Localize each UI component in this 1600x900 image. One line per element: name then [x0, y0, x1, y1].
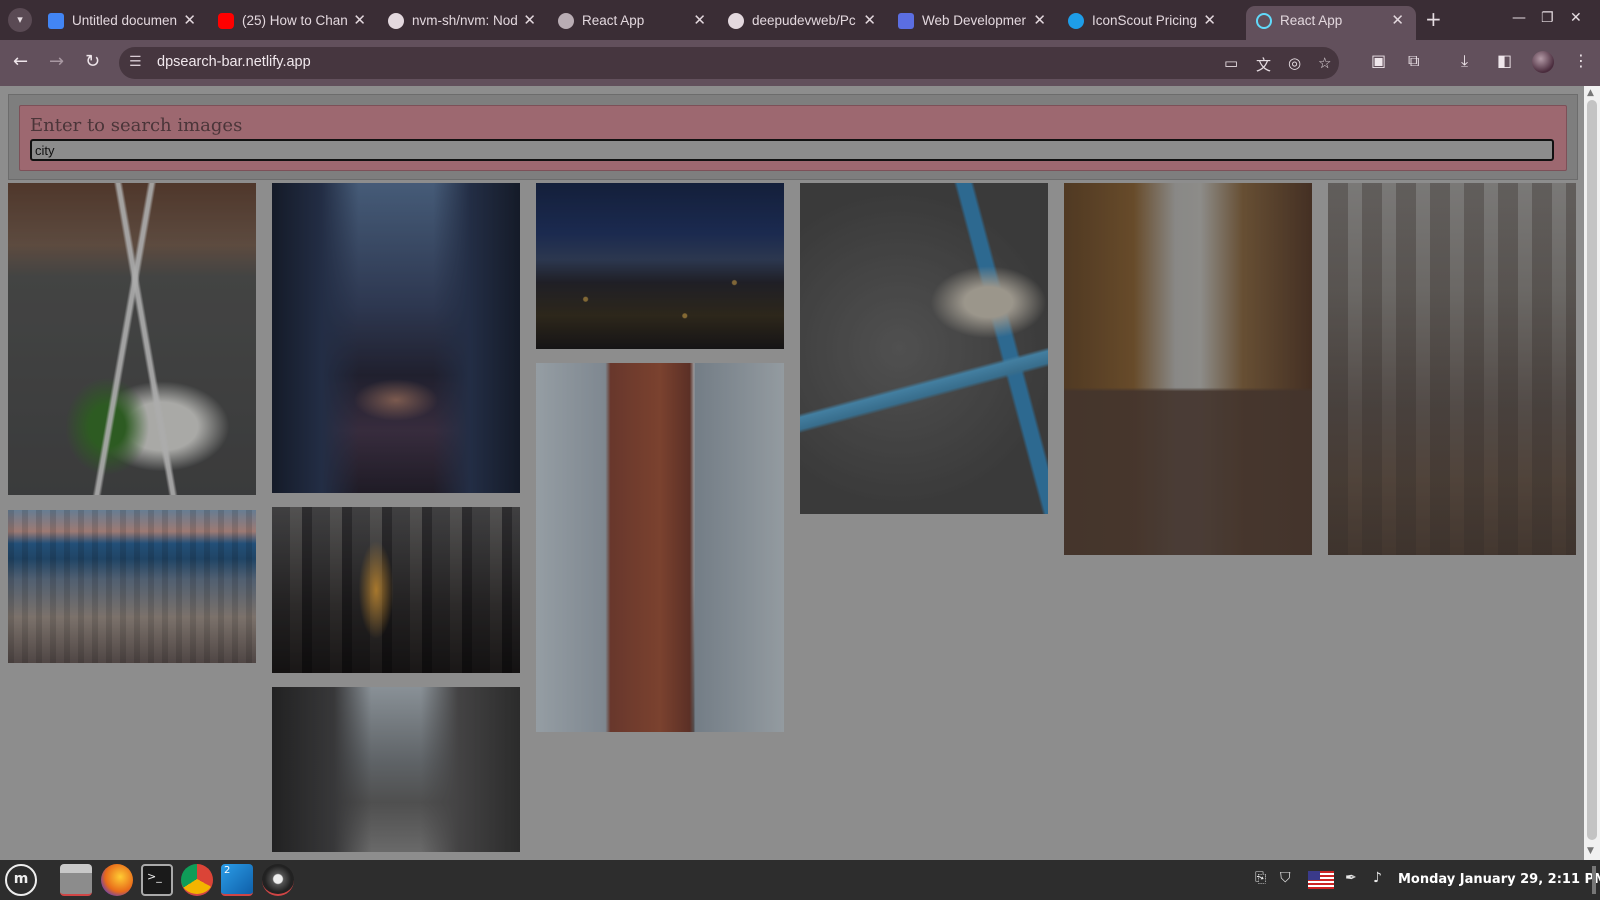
start-menu-icon[interactable]: m	[5, 864, 37, 896]
download-icon[interactable]: ⤓	[1461, 51, 1468, 71]
gallery-image-cobblestone-street[interactable]	[1064, 183, 1312, 555]
gallery-image-skyline-sunset[interactable]	[272, 507, 520, 673]
flag-canton	[1308, 871, 1320, 880]
tab-web-development[interactable]: Web Developmer ✕	[888, 6, 1058, 40]
chrome-icon[interactable]	[181, 864, 213, 896]
react-icon	[1256, 13, 1272, 29]
search-input[interactable]	[30, 139, 1554, 161]
file-manager-icon[interactable]	[60, 864, 92, 896]
close-icon[interactable]: ✕	[1391, 11, 1404, 29]
address-bar[interactable]: ☰ dpsearch-bar.netlify.app ▭ 文 ◎ ☆	[119, 47, 1339, 79]
webdev-icon	[898, 13, 914, 29]
iconscout-icon	[1068, 13, 1084, 29]
os-taskbar: m >_ 2 ⎘ ⛉ ✒ ♪ Monday January 29, 2:11 P…	[0, 860, 1600, 900]
firefox-icon[interactable]	[101, 864, 133, 896]
tab-title: Web Developmer	[922, 13, 1027, 28]
site-info-icon[interactable]: ☰	[129, 54, 142, 70]
reload-icon[interactable]: ↻	[85, 51, 100, 72]
search-label: Enter to search images	[30, 115, 243, 136]
clipboard-icon[interactable]: ⎘	[1255, 870, 1266, 886]
search-panel: Enter to search images	[8, 94, 1578, 180]
tab-title: React App	[1280, 13, 1343, 28]
gallery-image-flatiron-building[interactable]	[536, 363, 784, 732]
scroll-down-icon[interactable]: ▼	[1587, 846, 1594, 856]
screen-recorder-icon[interactable]	[262, 864, 294, 896]
tab-react-app-active[interactable]: React App ✕	[1246, 6, 1416, 40]
google-docs-icon	[48, 13, 64, 29]
restore-icon[interactable]: ❐	[1541, 10, 1554, 26]
scrollbar-thumb[interactable]	[1587, 100, 1597, 840]
close-icon[interactable]: ✕	[863, 11, 876, 29]
side-panel-icon[interactable]: ◧	[1497, 51, 1512, 70]
us-flag-icon[interactable]	[1308, 871, 1334, 889]
translate-icon[interactable]: 文	[1256, 54, 1271, 75]
extensions-icon[interactable]: ⧉	[1408, 51, 1419, 71]
youtube-icon	[218, 13, 234, 29]
gallery-image-downtown-street-cars[interactable]	[272, 687, 520, 852]
tab-youtube[interactable]: (25) How to Chan ✕	[208, 6, 378, 40]
tab-deepudevweb-github[interactable]: deepudevweb/Pc ✕	[718, 6, 888, 40]
page-viewport: Enter to search images	[0, 86, 1584, 860]
search-box: Enter to search images	[19, 105, 1567, 171]
new-tab-button[interactable]: +	[1425, 7, 1442, 31]
show-desktop-button[interactable]	[1592, 866, 1596, 894]
gallery-image-hazy-skyscrapers[interactable]	[1328, 183, 1576, 555]
scroll-up-icon[interactable]: ▲	[1587, 88, 1594, 98]
vscode-icon[interactable]: 2	[221, 864, 253, 896]
browser-toolbar: ← → ↻ ☰ dpsearch-bar.netlify.app ▭ 文 ◎ ☆…	[0, 40, 1600, 86]
tab-title: nvm-sh/nvm: Nod	[412, 13, 518, 28]
page-scrollbar[interactable]: ▲ ▼	[1584, 86, 1600, 860]
tab-untitled-document[interactable]: Untitled documen ✕	[38, 6, 208, 40]
bookmark-star-icon[interactable]: ☆	[1318, 54, 1331, 72]
github-icon	[388, 13, 404, 29]
tab-search-button[interactable]: ▾	[8, 8, 32, 32]
menu-kebab-icon[interactable]: ⋮	[1573, 51, 1589, 70]
close-icon[interactable]: ✕	[693, 11, 706, 29]
terminal-icon[interactable]: >_	[141, 864, 173, 896]
gallery-image-city-lights-night[interactable]	[536, 183, 784, 349]
close-icon[interactable]: ✕	[353, 11, 366, 29]
close-icon[interactable]: ✕	[523, 11, 536, 29]
gallery-image-city-skyline-ocean[interactable]	[8, 510, 256, 663]
tab-title: IconScout Pricing	[1092, 13, 1198, 28]
taskbar-clock[interactable]: Monday January 29, 2:11 PM	[1398, 872, 1600, 887]
shield-icon[interactable]: ⛉	[1280, 870, 1291, 886]
tab-strip: ▾ Untitled documen ✕ (25) How to Chan ✕ …	[0, 0, 1600, 40]
music-note-icon[interactable]: ♪	[1373, 870, 1382, 886]
tab-title: Untitled documen	[72, 13, 178, 28]
github-icon	[728, 13, 744, 29]
minimize-icon[interactable]: —	[1512, 10, 1526, 26]
gallery-image-bike-basket-street[interactable]	[8, 183, 256, 495]
close-icon[interactable]: ✕	[183, 11, 196, 29]
tab-title: deepudevweb/Pc	[752, 13, 856, 28]
tab-title: React App	[582, 13, 645, 28]
back-icon[interactable]: ←	[13, 51, 28, 72]
profile-avatar[interactable]	[1532, 51, 1554, 73]
tab-react-app[interactable]: React App ✕	[548, 6, 718, 40]
forward-icon[interactable]: →	[49, 51, 64, 72]
gallery-image-downtown-evening-traffic[interactable]	[272, 183, 520, 493]
close-icon[interactable]: ✕	[1203, 11, 1216, 29]
tab-nvm-github[interactable]: nvm-sh/nvm: Nod ✕	[378, 6, 548, 40]
install-app-icon[interactable]: ▭	[1224, 54, 1238, 72]
address-url[interactable]: dpsearch-bar.netlify.app	[157, 54, 311, 70]
tab-title: (25) How to Chan	[242, 13, 348, 28]
eye-off-icon[interactable]: ◎	[1288, 54, 1301, 72]
globe-icon	[558, 13, 574, 29]
close-icon[interactable]: ✕	[1033, 11, 1046, 29]
tab-iconscout[interactable]: IconScout Pricing ✕	[1058, 6, 1228, 40]
gallery-image-bicycle-handlebar[interactable]	[800, 183, 1048, 514]
pen-icon[interactable]: ✒	[1345, 870, 1357, 886]
vscode-badge: 2	[224, 865, 231, 876]
close-window-icon[interactable]: ✕	[1570, 10, 1582, 26]
media-control-icon[interactable]: ▣	[1371, 51, 1386, 70]
